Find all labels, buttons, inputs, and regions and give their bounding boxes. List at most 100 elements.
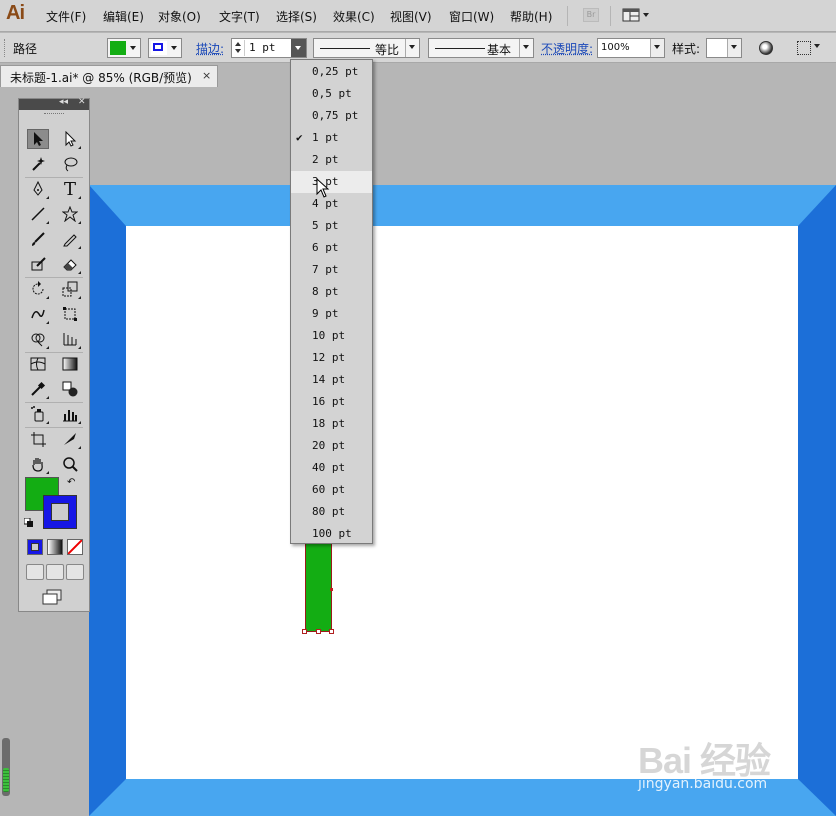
stroke-option[interactable]: 18 pt: [291, 413, 372, 435]
stroke-option[interactable]: 10 pt: [291, 325, 372, 347]
menu-effect[interactable]: 效果(C): [333, 8, 375, 25]
selection-handle[interactable]: [316, 629, 321, 634]
default-colors-icon[interactable]: [23, 517, 34, 527]
menu-file[interactable]: 文件(F): [46, 8, 86, 25]
stroke-option[interactable]: 16 pt: [291, 391, 372, 413]
swap-fill-stroke-icon[interactable]: ↶: [67, 477, 75, 488]
artboard-tool[interactable]: [27, 429, 49, 449]
chevron-down-icon[interactable]: [812, 41, 824, 53]
column-graph-tool[interactable]: [59, 404, 81, 424]
stroke-option[interactable]: 100 pt: [291, 523, 372, 545]
align-icon[interactable]: [797, 41, 811, 55]
menu-edit[interactable]: 编辑(E): [103, 8, 144, 25]
selection-handle[interactable]: [302, 629, 307, 634]
star-tool[interactable]: [59, 204, 81, 224]
screen-mode-button[interactable]: [41, 589, 63, 605]
menu-select[interactable]: 选择(S): [276, 8, 317, 25]
free-transform-tool[interactable]: [59, 304, 81, 324]
blob-brush-tool[interactable]: [27, 254, 49, 274]
graphic-style-picker[interactable]: [706, 38, 742, 58]
direct-selection-tool[interactable]: [59, 129, 81, 149]
paintbrush-tool[interactable]: [27, 229, 49, 249]
menu-view[interactable]: 视图(V): [390, 8, 432, 25]
stroke-option[interactable]: 40 pt: [291, 457, 372, 479]
gradient-tool[interactable]: [59, 354, 81, 374]
brush-definition-select[interactable]: 基本: [428, 38, 534, 58]
menu-help[interactable]: 帮助(H): [510, 8, 552, 25]
stroke-option[interactable]: 5 pt: [291, 215, 372, 237]
gradient-mode-button[interactable]: [47, 539, 63, 555]
panel-grip[interactable]: [44, 113, 64, 115]
perspective-grid-tool[interactable]: [59, 329, 81, 349]
draw-normal-button[interactable]: [26, 564, 44, 580]
warp-tool[interactable]: [27, 304, 49, 324]
artboard[interactable]: [126, 226, 798, 779]
pencil-tool[interactable]: [59, 229, 81, 249]
stroke-option[interactable]: 4 pt: [291, 193, 372, 215]
stroke-option[interactable]: ✔ 1 pt: [291, 127, 372, 149]
stroke-option[interactable]: 0,25 pt: [291, 61, 372, 83]
draw-inside-button[interactable]: [66, 564, 84, 580]
stroke-option[interactable]: 2 pt: [291, 149, 372, 171]
stroke-option[interactable]: 9 pt: [291, 303, 372, 325]
slice-tool[interactable]: [59, 429, 81, 449]
stroke-weight-stepper[interactable]: [233, 40, 245, 56]
workspace-layout-button[interactable]: [622, 7, 652, 23]
stroke-option[interactable]: 20 pt: [291, 435, 372, 457]
opacity-field[interactable]: 100%: [597, 38, 665, 58]
stroke-panel-link[interactable]: 描边:: [196, 40, 224, 57]
selected-rectangle[interactable]: [305, 535, 332, 632]
zoom-tool[interactable]: [59, 454, 81, 474]
line-segment-tool[interactable]: [27, 204, 49, 224]
color-mode-button[interactable]: [27, 539, 43, 555]
collapse-icon[interactable]: ◂◂: [59, 97, 68, 107]
eyedropper-tool[interactable]: [27, 379, 49, 399]
mesh-tool[interactable]: [27, 354, 49, 374]
stroke-option[interactable]: 0,5 pt: [291, 83, 372, 105]
stroke-option[interactable]: 8 pt: [291, 281, 372, 303]
selection-tool[interactable]: [27, 129, 49, 149]
scale-tool[interactable]: [59, 279, 81, 299]
close-icon[interactable]: ✕: [78, 97, 86, 107]
document-tab[interactable]: 未标题-1.ai* @ 85% (RGB/预览) ×: [0, 65, 218, 87]
stroke-option[interactable]: 3 pt: [291, 171, 372, 193]
scrollbar-thumb[interactable]: [3, 768, 9, 792]
chevron-down-icon[interactable]: [650, 39, 664, 57]
variable-width-profile-select[interactable]: 等比: [313, 38, 420, 58]
control-bar-grip[interactable]: [4, 39, 7, 57]
stroke-color-swatch[interactable]: [43, 495, 77, 529]
menu-type[interactable]: 文字(T): [219, 8, 260, 25]
stroke-option[interactable]: 7 pt: [291, 259, 372, 281]
type-tool[interactable]: T: [59, 179, 81, 200]
rotate-tool[interactable]: [27, 279, 49, 299]
stroke-option[interactable]: 60 pt: [291, 479, 372, 501]
none-mode-button[interactable]: [67, 539, 83, 555]
lasso-tool[interactable]: [59, 154, 81, 174]
shape-builder-tool[interactable]: [27, 329, 49, 349]
menu-window[interactable]: 窗口(W): [449, 8, 494, 25]
stroke-option[interactable]: 14 pt: [291, 369, 372, 391]
stroke-option[interactable]: 12 pt: [291, 347, 372, 369]
stroke-weight-dropdown-button[interactable]: [291, 39, 306, 57]
tools-panel-header[interactable]: ◂◂ ✕: [19, 97, 89, 110]
magic-wand-tool[interactable]: [27, 154, 49, 174]
blend-tool[interactable]: [59, 379, 81, 399]
fill-color-picker[interactable]: [107, 38, 141, 58]
stroke-weight-value[interactable]: 1 pt: [249, 41, 276, 54]
menu-object[interactable]: 对象(O): [158, 8, 201, 25]
draw-behind-button[interactable]: [46, 564, 64, 580]
stroke-weight-field[interactable]: 1 pt: [231, 38, 307, 58]
stroke-color-picker[interactable]: [148, 38, 182, 58]
stroke-option[interactable]: 0,75 pt: [291, 105, 372, 127]
hand-tool[interactable]: [27, 454, 49, 474]
pen-tool[interactable]: [27, 179, 49, 199]
recolor-artwork-icon[interactable]: [759, 41, 773, 55]
eraser-tool[interactable]: [59, 254, 81, 274]
vertical-scrollbar[interactable]: [2, 738, 10, 796]
stroke-option[interactable]: 6 pt: [291, 237, 372, 259]
bridge-button[interactable]: Br: [583, 8, 599, 22]
close-icon[interactable]: ×: [202, 69, 211, 82]
opacity-value[interactable]: 100%: [601, 42, 630, 53]
opacity-panel-link[interactable]: 不透明度:: [541, 40, 593, 57]
symbol-sprayer-tool[interactable]: [27, 404, 49, 424]
